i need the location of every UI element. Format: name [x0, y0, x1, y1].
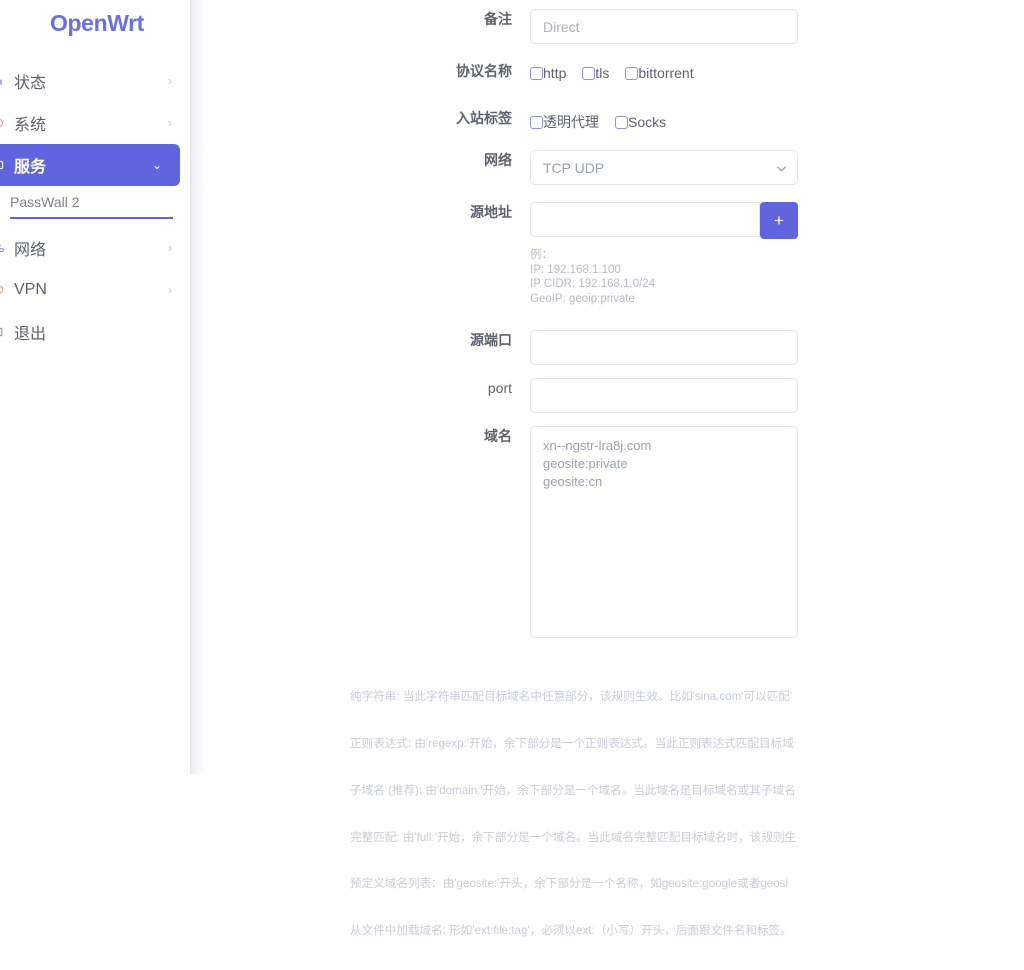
checkbox-socks[interactable]: Socks — [615, 114, 666, 130]
form-row-network: 网络 — [205, 150, 1024, 185]
sidebar-subnav: PassWall 2 — [0, 186, 190, 219]
brand-name: OpenWrt — [50, 10, 144, 37]
sidebar-item-logout[interactable]: 退出 — [0, 311, 190, 353]
chevron-right-icon: › — [168, 284, 172, 296]
sidebar-item-passwall2[interactable]: PassWall 2 — [10, 186, 173, 219]
checkbox-bittorrent-input[interactable] — [625, 67, 638, 80]
sidebar-divider-shadow — [190, 0, 205, 774]
sidebar-item-system[interactable]: 系统 › — [0, 102, 190, 144]
system-icon — [0, 116, 4, 130]
help-line: 从文件中加载域名: 形如'ext:file:tag'，必须以ext:（小写）开头… — [350, 923, 1024, 939]
network-select[interactable] — [530, 150, 798, 185]
checkbox-transparent-proxy-label: 透明代理 — [543, 112, 599, 132]
help-line: 纯字符串: 当此字符串匹配目标域名中任意部分，该规则生效。比如'sina.com… — [350, 689, 1024, 705]
source-address-label: 源地址 — [205, 202, 530, 222]
form-row-inbound-tag: 入站标签 透明代理 Socks — [205, 108, 1024, 132]
inbound-tag-label: 入站标签 — [205, 108, 530, 128]
network-label: 网络 — [205, 150, 530, 170]
remark-input[interactable] — [530, 9, 798, 44]
source-port-label: 源端口 — [205, 330, 530, 350]
sidebar-item-vpn[interactable]: VPN › — [0, 269, 190, 311]
checkbox-transparent-proxy[interactable]: 透明代理 — [530, 112, 599, 132]
sidebar-nav: 状态 › 系统 › 服务 ⌄ PassWall 2 — [0, 60, 190, 353]
sidebar-item-services[interactable]: 服务 ⌄ — [0, 144, 180, 186]
sidebar: OpenWrt 状态 › 系统 › 服务 — [0, 0, 190, 774]
sidebar-item-label: 退出 — [14, 320, 190, 344]
brand-logo[interactable]: OpenWrt — [0, 0, 190, 46]
checkbox-http[interactable]: http — [530, 65, 566, 81]
checkbox-tls[interactable]: tls — [582, 65, 609, 81]
help-line: 完整匹配: 由'full:'开始，余下部分是一个域名。当此域名完整匹配目标域名时… — [350, 830, 1024, 846]
domain-label: 域名 — [205, 426, 530, 446]
chevron-right-icon: › — [168, 242, 172, 254]
checkbox-bittorrent-label: bittorrent — [638, 65, 693, 81]
checkbox-socks-label: Socks — [628, 114, 666, 130]
form-row-domain: 域名 — [205, 426, 1024, 643]
form-row-source-port: 源端口 — [205, 330, 1024, 365]
checkbox-bittorrent[interactable]: bittorrent — [625, 65, 693, 81]
sidebar-subitem-label: PassWall 2 — [10, 194, 80, 210]
protocol-checkbox-group: http tls bittorrent — [530, 61, 860, 81]
sidebar-item-label: 服务 — [14, 153, 152, 177]
chevron-right-icon: › — [168, 75, 172, 87]
sidebar-divider-line — [190, 0, 191, 774]
network-icon — [0, 241, 4, 255]
form-row-remark: 备注 — [205, 9, 1024, 44]
form-row-source-address: 源地址 + 例： IP: 192.168.1.100 IP CIDR: 192.… — [205, 202, 1024, 306]
help-line: 预定义域名列表：由'geosite:'开头，余下部分是一个名称，如geosite… — [350, 876, 1024, 892]
services-icon — [0, 158, 4, 172]
inbound-tag-checkbox-group: 透明代理 Socks — [530, 108, 860, 132]
remark-label: 备注 — [205, 9, 530, 29]
chevron-down-icon: ⌄ — [152, 159, 162, 171]
sidebar-item-label: 系统 — [14, 111, 168, 135]
checkbox-tls-input[interactable] — [582, 67, 595, 80]
sidebar-item-network[interactable]: 网络 › — [0, 227, 190, 269]
port-input[interactable] — [530, 378, 798, 413]
status-icon — [0, 74, 4, 88]
protocol-label: 协议名称 — [205, 61, 530, 81]
add-source-address-button[interactable]: + — [760, 202, 798, 239]
checkbox-http-input[interactable] — [530, 67, 543, 80]
checkbox-http-label: http — [543, 65, 566, 81]
sidebar-item-label: VPN — [14, 281, 168, 299]
checkbox-socks-input[interactable] — [615, 116, 628, 129]
source-address-input-group: + — [530, 202, 798, 239]
chevron-right-icon: › — [168, 117, 172, 129]
domain-help-text: 纯字符串: 当此字符串匹配目标域名中任意部分，该规则生效。比如'sina.com… — [350, 658, 1024, 970]
domain-textarea[interactable] — [530, 426, 798, 638]
help-line: 正则表达式: 由'regexp:'开始，余下部分是一个正则表达式。当此正则表达式… — [350, 736, 1024, 752]
sidebar-item-status[interactable]: 状态 › — [0, 60, 190, 102]
source-address-input[interactable] — [530, 202, 760, 237]
checkbox-transparent-proxy-input[interactable] — [530, 116, 543, 129]
vpn-icon — [0, 283, 4, 297]
source-address-hint: 例： IP: 192.168.1.100 IP CIDR: 192.168.1.… — [530, 248, 798, 306]
form-row-protocol: 协议名称 http tls bittorrent — [205, 61, 1024, 81]
logout-icon — [0, 325, 4, 339]
openwrt-luci-page: OpenWrt 状态 › 系统 › 服务 — [0, 0, 1024, 774]
sidebar-item-label: 网络 — [14, 236, 168, 260]
checkbox-tls-label: tls — [595, 65, 609, 81]
help-line: 子域名 (推荐): 由'domain:'开始，余下部分是一个域名。当此域名是目标… — [350, 783, 1024, 799]
form-row-port: port — [205, 378, 1024, 413]
sidebar-item-label: 状态 — [14, 69, 168, 93]
port-label: port — [205, 378, 530, 398]
source-port-input[interactable] — [530, 330, 798, 365]
